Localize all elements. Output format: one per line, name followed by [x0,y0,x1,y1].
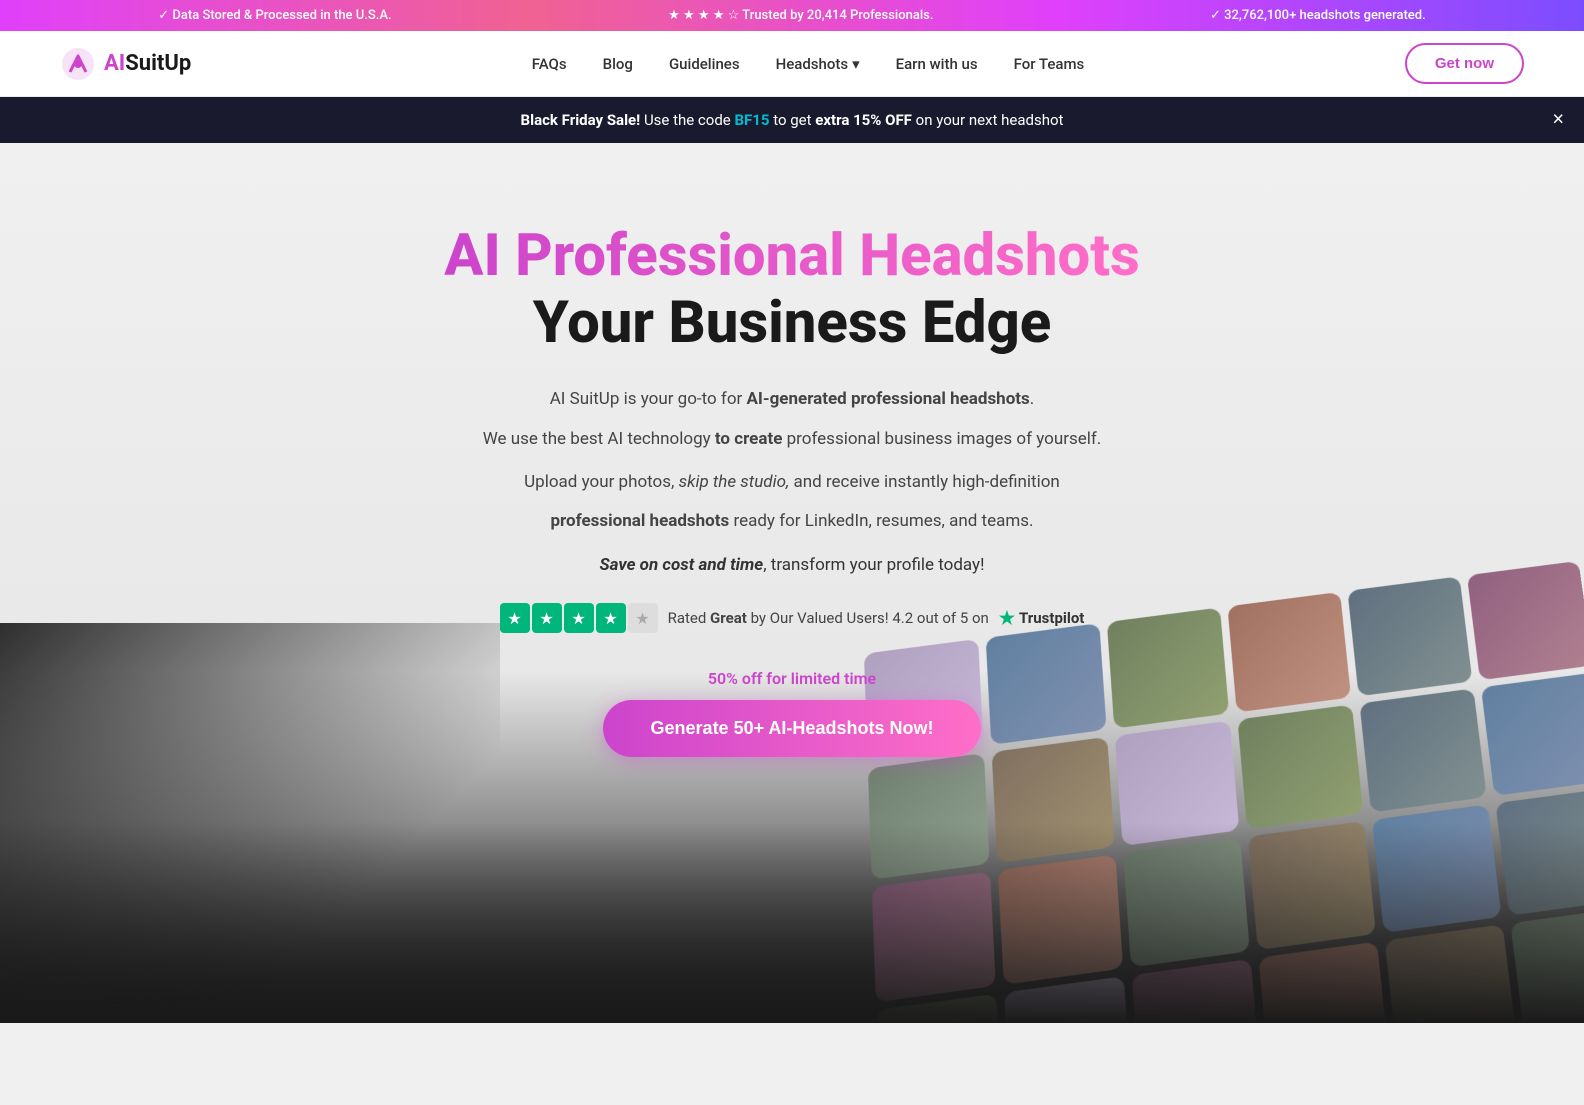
top-bar: ✓ Data Stored & Processed in the U.S.A. … [0,0,1584,31]
nav-links: FAQs Blog Guidelines Headshots ▾ Earn wi… [251,55,1365,73]
star-2: ★ [532,603,562,633]
navbar: AISuitUp FAQs Blog Guidelines Headshots … [0,31,1584,97]
rating-row: ★ ★ ★ ★ ★ Rated Great by Our Valued User… [444,603,1140,633]
top-bar-text-1: ✓ Data Stored & Processed in the U.S.A. [158,8,391,23]
rating-text: Rated Great by Our Valued Users! 4.2 out… [668,609,989,627]
banner-sale-text: Black Friday Sale! Use the code BF15 to … [521,111,1064,129]
nav-earn-with-us[interactable]: Earn with us [896,55,978,73]
hero-desc-3: Upload your photos, skip the studio, and… [444,469,1140,496]
star-1: ★ [500,603,530,633]
top-bar-item-3: ✓ 32,762,100+ headshots generated. [1210,8,1426,23]
hero-desc-4: professional headshots ready for LinkedI… [444,508,1140,535]
nav-faqs[interactable]: FAQs [532,55,567,73]
black-friday-banner: Black Friday Sale! Use the code BF15 to … [0,97,1584,143]
logo-icon [60,46,96,82]
nav-for-teams[interactable]: For Teams [1014,55,1085,73]
cta-label: 50% off for limited time [444,669,1140,688]
top-bar-item-2: ★ ★ ★ ★ ☆ Trusted by 20,414 Professional… [668,8,933,23]
photo-card [1481,672,1584,796]
hero-desc-1: AI SuitUp is your go-to for AI-generated… [444,386,1140,413]
logo[interactable]: AISuitUp [60,46,191,82]
trustpilot-star-icon: ★ [999,608,1015,629]
stars: ★ ★ ★ ★ ★ [500,603,658,633]
photo-card [1237,704,1363,829]
star-5: ★ [628,603,658,633]
top-bar-text-2: ★ ★ ★ ★ ☆ Trusted by 20,414 Professional… [668,8,933,23]
photo-card [1467,561,1584,680]
banner-close-button[interactable]: × [1552,109,1564,132]
top-bar-item-1: ✓ Data Stored & Processed in the U.S.A. [158,8,391,23]
hero-save: Save on cost and time, transform your pr… [444,555,1140,575]
top-bar-text-3: ✓ 32,762,100+ headshots generated. [1210,8,1426,23]
chevron-down-icon: ▾ [852,55,860,73]
photo-card [1359,688,1486,812]
star-4: ★ [596,603,626,633]
hero-desc-2: We use the best AI technology to create … [444,426,1140,453]
star-3: ★ [564,603,594,633]
nav-guidelines[interactable]: Guidelines [669,55,740,73]
hero-content: AI Professional Headshots Your Business … [444,223,1140,757]
logo-text: AISuitUp [104,51,191,76]
cta-button[interactable]: Generate 50+ AI-Headshots Now! [603,700,982,757]
hero-title-gradient: AI Professional Headshots [444,223,1140,290]
get-now-button[interactable]: Get now [1405,43,1524,84]
nav-headshots[interactable]: Headshots ▾ [776,55,860,73]
trustpilot: ★ Trustpilot [999,608,1085,629]
photo-card [1227,592,1351,713]
hero-title-black: Your Business Edge [444,290,1140,357]
hero-section: AI Professional Headshots Your Business … [0,143,1584,1023]
photo-card [1347,576,1472,696]
nav-blog[interactable]: Blog [603,55,633,73]
hero-gradient-bottom [0,823,1584,1023]
